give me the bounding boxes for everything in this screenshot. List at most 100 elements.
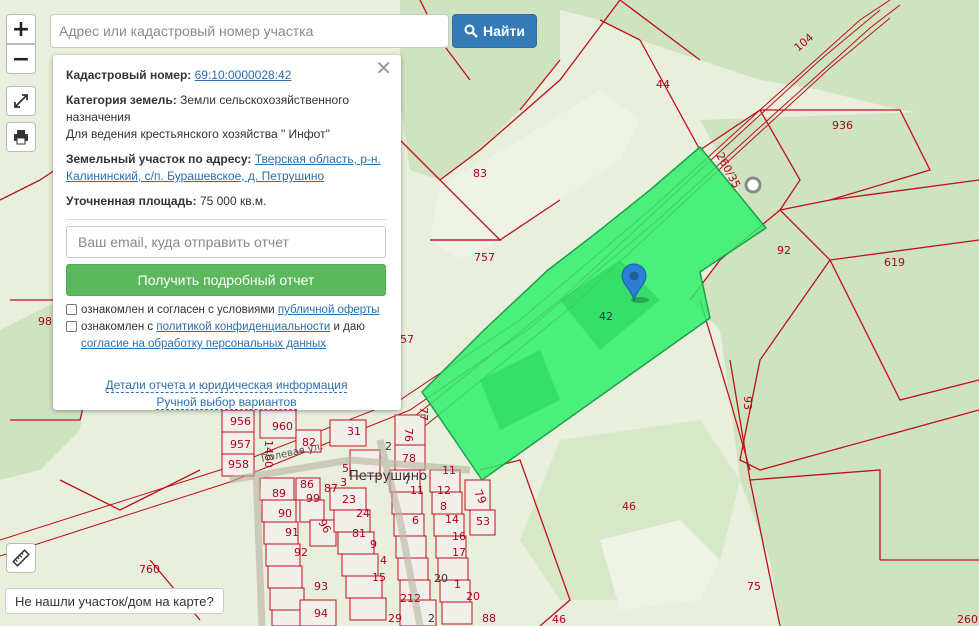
parcel-label: 57 xyxy=(400,333,414,346)
parcel-label: 16 xyxy=(452,530,466,543)
parcel-label: 957 xyxy=(230,438,251,451)
parcel-label: 91 xyxy=(285,526,299,539)
parcel-label: 8 xyxy=(440,500,447,513)
parcel-label: 760 xyxy=(139,563,160,576)
parcel-label: 212 xyxy=(400,592,421,605)
parcel-label: 88 xyxy=(482,612,496,625)
parcel-label: 5 xyxy=(342,462,349,475)
zoom-out-button[interactable]: − xyxy=(6,44,36,74)
parcel-label: 42 xyxy=(599,310,613,323)
parcel-label: 76 xyxy=(402,428,415,442)
parcel-info-panel: ✕ Кадастровый номер: 69:10:0000028:42 Ка… xyxy=(53,55,401,410)
parcel-label: 89 xyxy=(272,487,286,500)
parcel-label: 4 xyxy=(380,554,387,567)
not-found-button[interactable]: Не нашли участок/дом на карте? xyxy=(5,588,224,614)
parcel-label: 2 xyxy=(428,612,435,625)
ruler-icon xyxy=(12,549,30,567)
parcel-label: 12 xyxy=(437,484,451,497)
manual-select-link[interactable]: Ручной выбор вариантов xyxy=(156,395,297,410)
cadastral-link[interactable]: 69:10:0000028:42 xyxy=(195,68,292,82)
parcel-label: 53 xyxy=(476,515,490,528)
ruler-button[interactable] xyxy=(6,543,36,573)
category-row: Категория земель: Земли сельскохозяйстве… xyxy=(66,92,387,143)
parcel-label: 3 xyxy=(340,476,347,489)
parcel-label: 86 xyxy=(300,478,314,491)
search-button[interactable]: Найти xyxy=(452,14,537,48)
panel-footer-links: Детали отчета и юридическая информация Р… xyxy=(66,377,387,411)
details-link[interactable]: Детали отчета и юридическая информация xyxy=(105,378,348,393)
parcel-label: 956 xyxy=(230,415,251,428)
cadastral-label: Кадастровый номер: xyxy=(66,68,192,82)
parcel-label: 92 xyxy=(777,244,791,257)
parcel-label: 29 xyxy=(388,612,402,625)
consent-offer-row: ознакомлен и согласен с условиями публич… xyxy=(66,302,387,319)
email-field[interactable] xyxy=(66,226,386,258)
parcel-label: 78 xyxy=(402,452,416,465)
parcel-label: 46 xyxy=(552,613,566,626)
search-button-label: Найти xyxy=(483,23,525,39)
landmark-icon xyxy=(744,176,762,194)
print-button[interactable] xyxy=(6,122,36,152)
parcel-label: 619 xyxy=(884,256,905,269)
parcel-label: 960 xyxy=(272,420,293,433)
zoom-in-button[interactable]: + xyxy=(6,14,36,44)
category-label: Категория земель: xyxy=(66,93,177,107)
fullscreen-button[interactable] xyxy=(6,86,36,116)
parcel-label: 20 xyxy=(434,572,448,585)
parcel-label: 260 xyxy=(957,613,978,626)
parcel-label: 75 xyxy=(747,580,761,593)
area-row: Уточненная площадь: 75 000 кв.м. xyxy=(66,193,387,210)
parcel-label: 15 xyxy=(372,571,386,584)
parcel-label: 23 xyxy=(342,493,356,506)
parcel-label: 20 xyxy=(466,590,480,603)
parcel-label: 83 xyxy=(473,167,487,180)
search-icon xyxy=(464,24,478,38)
parcel-label: 98 xyxy=(38,315,52,328)
consent-offer-text: ознакомлен и согласен с условиями публич… xyxy=(81,304,380,316)
address-label: Земельный участок по адресу: xyxy=(66,152,252,166)
parcel-label: 11 xyxy=(410,484,424,497)
parcel-label: 44 xyxy=(656,78,670,91)
fullscreen-icon xyxy=(14,94,28,108)
parcel-label: 81 xyxy=(352,527,366,540)
consent-privacy-row: ознакомлен с политикой конфиденциальност… xyxy=(66,319,387,353)
divider xyxy=(66,219,387,220)
consent-privacy-text: ознакомлен с политикой конфиденциальност… xyxy=(81,321,365,350)
parcel-label: 90 xyxy=(278,507,292,520)
close-icon[interactable]: ✕ xyxy=(375,59,392,79)
parcel-label: 92 xyxy=(294,546,308,559)
parcel-label: 46 xyxy=(622,500,636,513)
parcel-label: 757 xyxy=(474,251,495,264)
privacy-policy-link[interactable]: политикой конфиденциальности xyxy=(156,321,330,333)
personal-data-link[interactable]: согласие на обработку персональных данны… xyxy=(81,338,326,350)
printer-icon xyxy=(14,130,28,145)
parcel-label: 9 xyxy=(370,538,377,551)
parcel-label: 11 xyxy=(442,464,456,477)
parcel-label: 936 xyxy=(832,119,853,132)
parcel-label: 14 xyxy=(445,513,459,526)
village-label: Петрушино xyxy=(349,469,427,484)
parcel-label: 958 xyxy=(228,458,249,471)
consent-privacy-checkbox[interactable] xyxy=(66,321,77,332)
public-offer-link[interactable]: публичной оферты xyxy=(278,304,380,316)
parcel-label: 93 xyxy=(741,396,754,410)
area-value: 75 000 кв.м. xyxy=(199,194,267,208)
parcel-label: 93 xyxy=(314,580,328,593)
parcel-label: 94 xyxy=(314,607,328,620)
cadastral-row: Кадастровый номер: 69:10:0000028:42 xyxy=(66,67,387,84)
parcel-label: 77 xyxy=(417,407,430,421)
consent-offer-checkbox[interactable] xyxy=(66,304,77,315)
parcel-label: 24 xyxy=(356,507,370,520)
parcel-label: 17 xyxy=(452,546,466,559)
address-row: Земельный участок по адресу: Тверская об… xyxy=(66,151,387,185)
parcel-label: 87 xyxy=(324,482,338,495)
usage-value: Для ведения крестьянского хозяйства " Ин… xyxy=(66,127,330,141)
search-input[interactable] xyxy=(50,14,449,48)
area-label: Уточненная площадь: xyxy=(66,194,197,208)
parcel-label: 99 xyxy=(306,492,320,505)
parcel-label: 31 xyxy=(347,425,361,438)
parcel-label: 6 xyxy=(412,514,419,527)
parcel-label: 1 xyxy=(454,578,461,591)
get-report-button[interactable]: Получить подробный отчет xyxy=(66,264,386,296)
parcel-label: 2 xyxy=(385,440,392,453)
